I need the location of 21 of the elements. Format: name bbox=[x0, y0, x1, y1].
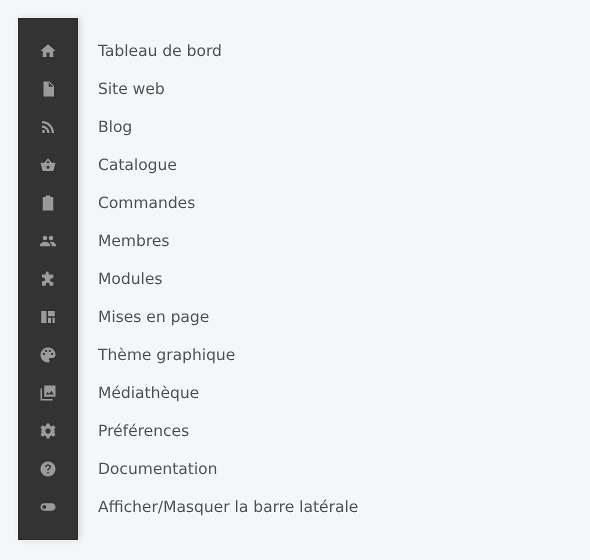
menu-item[interactable]: Afficher/Masquer la barre latérale bbox=[98, 498, 358, 516]
menu-item[interactable]: Tableau de bord bbox=[98, 42, 222, 60]
menu-item[interactable]: Site web bbox=[98, 80, 165, 98]
basket-icon[interactable] bbox=[39, 156, 57, 174]
menu-item[interactable]: Préférences bbox=[98, 422, 190, 440]
home-icon[interactable] bbox=[39, 42, 57, 60]
menu-item[interactable]: Mises en page bbox=[98, 308, 210, 326]
layout-icon[interactable] bbox=[39, 308, 57, 326]
help-icon[interactable] bbox=[39, 460, 57, 478]
settings-icon[interactable] bbox=[39, 422, 57, 440]
images-icon[interactable] bbox=[39, 384, 57, 402]
palette-icon[interactable] bbox=[39, 346, 57, 364]
menu-item[interactable]: Médiathèque bbox=[98, 384, 200, 402]
menu-item[interactable]: Blog bbox=[98, 118, 132, 136]
menu-item[interactable]: Commandes bbox=[98, 194, 196, 212]
menu-item[interactable]: Modules bbox=[98, 270, 162, 288]
rss-icon[interactable] bbox=[39, 118, 57, 136]
menu-item[interactable]: Catalogue bbox=[98, 156, 177, 174]
menu-item[interactable]: Membres bbox=[98, 232, 170, 250]
menu-item[interactable]: Documentation bbox=[98, 460, 218, 478]
menu-item[interactable]: Thème graphique bbox=[98, 346, 236, 364]
